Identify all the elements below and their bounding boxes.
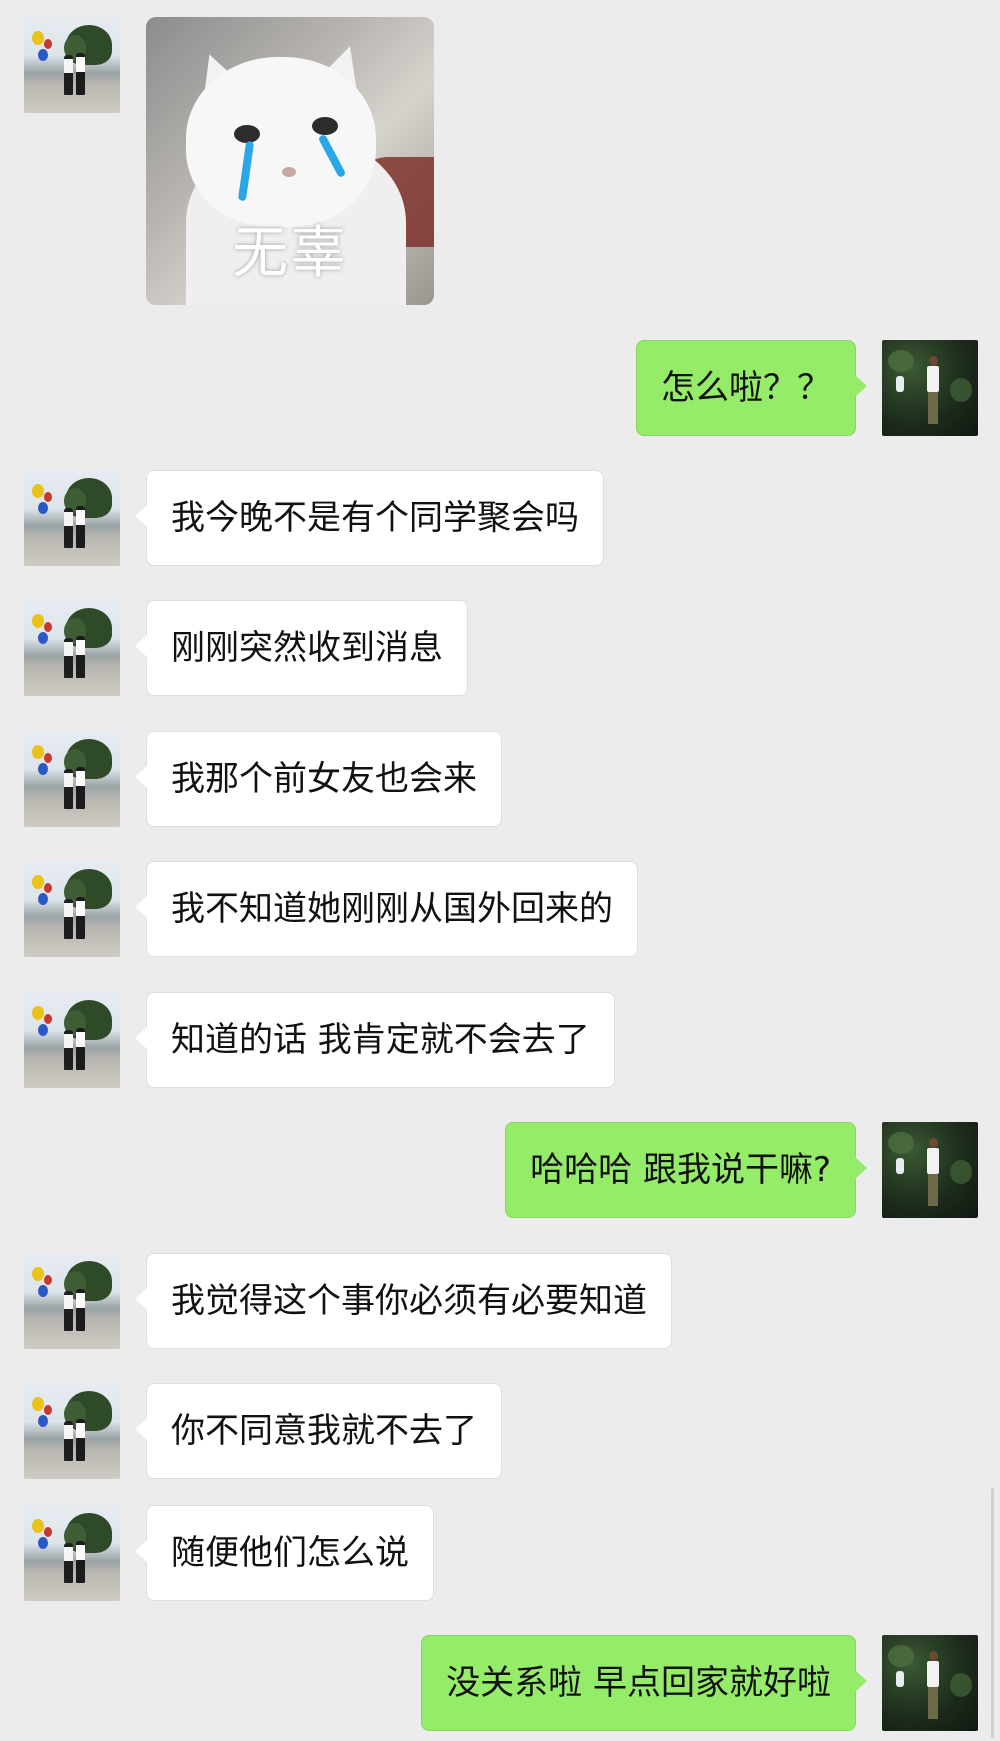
message-text: 我觉得这个事你必须有必要知道: [171, 1281, 647, 1321]
incoming-message[interactable]: 我不知道她刚刚从国外回来的: [135, 861, 638, 957]
my-avatar[interactable]: [882, 340, 978, 436]
scrollbar[interactable]: [991, 1488, 994, 1738]
message-text: 知道的话 我肯定就不会去了: [171, 1020, 590, 1060]
contact-avatar[interactable]: [24, 861, 120, 957]
my-avatar[interactable]: [882, 1122, 978, 1218]
outgoing-message[interactable]: 怎么啦？？: [636, 340, 867, 436]
my-avatar[interactable]: [882, 1635, 978, 1731]
message-text: 怎么啦？？: [661, 368, 831, 408]
incoming-message[interactable]: 我那个前女友也会来: [135, 731, 502, 827]
contact-avatar[interactable]: [24, 1383, 120, 1479]
incoming-message[interactable]: 刚刚突然收到消息: [135, 600, 468, 696]
message-text: 随便他们怎么说: [171, 1533, 409, 1573]
incoming-message[interactable]: 我觉得这个事你必须有必要知道: [135, 1253, 672, 1349]
incoming-message[interactable]: 你不同意我就不去了: [135, 1383, 502, 1479]
outgoing-message[interactable]: 哈哈哈 跟我说干嘛?: [505, 1122, 867, 1218]
contact-avatar[interactable]: [24, 17, 120, 113]
incoming-message[interactable]: 知道的话 我肯定就不会去了: [135, 992, 615, 1088]
message-text: 哈哈哈 跟我说干嘛?: [530, 1150, 831, 1190]
outgoing-message[interactable]: 没关系啦 早点回家就好啦: [421, 1635, 867, 1731]
message-text: 你不同意我就不去了: [171, 1411, 477, 1451]
sticker-caption: 无辜: [232, 221, 348, 286]
incoming-message[interactable]: 我今晚不是有个同学聚会吗: [135, 470, 604, 566]
message-text: 我不知道她刚刚从国外回来的: [171, 889, 613, 929]
contact-avatar[interactable]: [24, 600, 120, 696]
message-text: 我今晚不是有个同学聚会吗: [171, 498, 579, 538]
message-text: 我那个前女友也会来: [171, 759, 477, 799]
contact-avatar[interactable]: [24, 731, 120, 827]
contact-avatar[interactable]: [24, 470, 120, 566]
contact-avatar[interactable]: [24, 1505, 120, 1601]
message-text: 刚刚突然收到消息: [171, 628, 443, 668]
message-text: 没关系啦 早点回家就好啦: [446, 1663, 831, 1703]
contact-avatar[interactable]: [24, 1253, 120, 1349]
crying-cat-sticker[interactable]: 无辜: [146, 17, 434, 305]
incoming-message[interactable]: 随便他们怎么说: [135, 1505, 434, 1601]
contact-avatar[interactable]: [24, 992, 120, 1088]
